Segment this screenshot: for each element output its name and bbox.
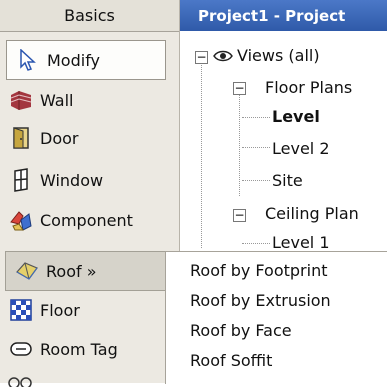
tree-guide-line	[242, 243, 270, 244]
tool-door[interactable]: Door	[0, 119, 170, 157]
roof-flyout-menu: Roof by Footprint Roof by Extrusion Roof…	[165, 251, 387, 384]
menu-item-roof-by-face[interactable]: Roof by Face	[190, 321, 292, 340]
tool-wall[interactable]: Wall	[0, 81, 170, 119]
tree-item-level-1[interactable]: Level 1	[272, 233, 330, 252]
tool-window[interactable]: Window	[0, 161, 170, 199]
tool-roof-label: Roof »	[46, 261, 97, 281]
basics-tab-header[interactable]: Basics	[0, 0, 179, 32]
roof-icon	[14, 258, 40, 284]
tree-guide-line	[242, 180, 270, 181]
tool-room-tag-label: Room Tag	[40, 339, 118, 359]
tree-item-level[interactable]: Level	[272, 107, 320, 126]
project-browser-title: Project1 - Project	[180, 0, 387, 31]
tool-component-label: Component	[40, 210, 133, 230]
tree-guide-line	[239, 94, 240, 196]
collapse-toggle[interactable]: −	[233, 82, 246, 95]
tree-item-site[interactable]: Site	[272, 171, 303, 190]
tool-component[interactable]: Component	[0, 201, 170, 239]
menu-item-roof-by-extrusion[interactable]: Roof by Extrusion	[190, 291, 331, 310]
tree-item-ceiling-plans[interactable]: Ceiling Plan	[265, 204, 359, 223]
wall-icon	[8, 87, 34, 113]
window-icon	[8, 167, 34, 193]
tree-guide-line	[201, 58, 202, 248]
tool-modify-label: Modify	[47, 50, 101, 70]
collapse-toggle[interactable]: −	[195, 51, 208, 64]
component-icon	[8, 207, 34, 233]
tool-room-tag[interactable]: Room Tag	[0, 330, 170, 368]
tree-guide-line	[242, 117, 270, 118]
tool-floor[interactable]: Floor	[0, 291, 170, 329]
tool-modify[interactable]: Modify	[6, 40, 166, 80]
tree-guide-line	[242, 147, 270, 148]
tool-roof[interactable]: Roof »	[5, 251, 174, 291]
door-icon	[8, 125, 34, 151]
tree-item-views-all[interactable]: Views (all)	[237, 46, 320, 65]
tool-door-label: Door	[40, 128, 79, 148]
room-tag-icon	[8, 336, 34, 362]
tool-window-label: Window	[40, 170, 104, 190]
tree-item-level-2[interactable]: Level 2	[272, 139, 330, 158]
menu-item-roof-by-footprint[interactable]: Roof by Footprint	[190, 261, 327, 280]
eye-icon	[213, 48, 233, 64]
menu-item-roof-soffit[interactable]: Roof Soffit	[190, 351, 272, 370]
tool-partial-icon[interactable]	[8, 372, 48, 389]
floor-icon	[8, 297, 34, 323]
tree-item-floor-plans[interactable]: Floor Plans	[265, 78, 352, 97]
tool-floor-label: Floor	[40, 300, 80, 320]
cursor-icon	[15, 47, 41, 73]
tool-wall-label: Wall	[40, 90, 74, 110]
design-bar-basics: Basics Modify Wall Door Window Component	[0, 0, 180, 389]
collapse-toggle[interactable]: −	[233, 209, 246, 222]
